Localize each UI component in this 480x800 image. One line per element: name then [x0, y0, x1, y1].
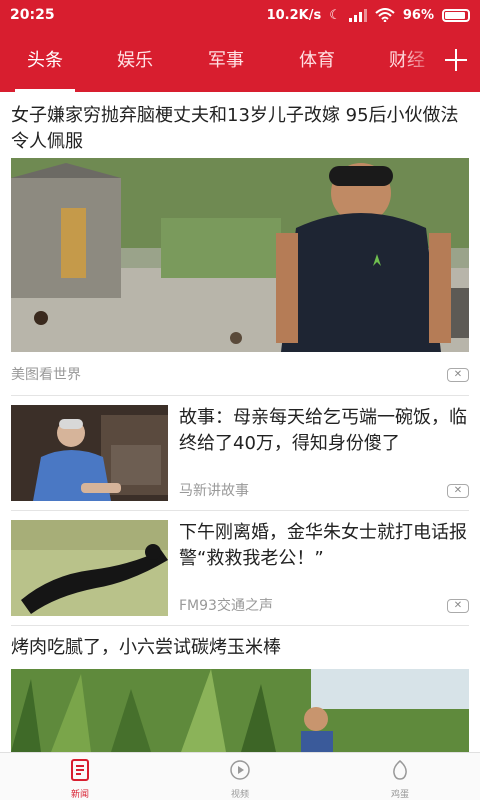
tab-entertainment[interactable]: 娱乐 — [100, 30, 170, 92]
article-image[interactable] — [11, 669, 469, 752]
news-feed[interactable]: 女子嫌家穷抛弃脑梗丈夫和13岁儿子改嫁 95后小伙做法令人佩服 美图看世界 ✕ — [0, 92, 480, 752]
video-play-icon — [230, 760, 250, 780]
dismiss-button[interactable]: ✕ — [447, 368, 469, 382]
divider — [11, 510, 469, 511]
add-channel-button[interactable] — [442, 46, 470, 74]
article-source: 美图看世界 — [11, 367, 81, 383]
article-title[interactable]: 女子嫌家穷抛弃脑梗丈夫和13岁儿子改嫁 95后小伙做法令人佩服 — [11, 103, 471, 155]
category-tab-bar: 头条 娱乐 军事 体育 财经 — [0, 30, 480, 92]
article-source: FM93交通之声 — [179, 598, 273, 614]
battery-icon — [442, 8, 470, 22]
divider — [11, 625, 469, 626]
nav-video-label: 视频 — [230, 790, 249, 800]
article-title[interactable]: 下午刚离婚，金华朱女士就打电话报警“救救我老公！” — [179, 520, 469, 572]
egg-icon — [393, 760, 407, 780]
status-time: 20:25 — [10, 7, 55, 23]
tab-fade-overlay — [400, 30, 440, 92]
article-source-row: 美图看世界 ✕ — [11, 364, 469, 386]
article-thumbnail[interactable] — [11, 405, 168, 501]
tab-sports[interactable]: 体育 — [282, 30, 352, 92]
status-indicators: 10.2K/s ☾ 96% — [267, 8, 470, 23]
network-speed: 10.2K/s — [266, 7, 322, 23]
nav-video[interactable]: 视频 — [200, 759, 280, 800]
nav-egg-label: 鸡蛋 — [390, 790, 409, 800]
divider — [11, 395, 469, 396]
article-source-row: 马新讲故事 ✕ — [179, 480, 469, 502]
bottom-navigation: 新闻 视频 鸡蛋 — [0, 752, 480, 800]
nav-egg[interactable]: 鸡蛋 — [360, 759, 440, 800]
news-icon — [71, 759, 89, 781]
article-source: 马新讲故事 — [179, 483, 249, 499]
article-title[interactable]: 烤肉吃腻了，小六尝试碳烤玉米棒 — [11, 635, 471, 661]
article-title[interactable]: 故事：母亲每天给乞丐端一碗饭，临终给了40万，得知身份傻了 — [179, 405, 469, 457]
dismiss-button[interactable]: ✕ — [447, 599, 469, 613]
signal-icon — [348, 8, 367, 22]
nav-news[interactable]: 新闻 — [40, 759, 120, 800]
article-thumbnail[interactable] — [11, 520, 168, 616]
article-image[interactable] — [11, 158, 469, 352]
dismiss-button[interactable]: ✕ — [447, 484, 469, 498]
tab-military[interactable]: 军事 — [191, 30, 261, 92]
tab-headlines[interactable]: 头条 — [10, 30, 80, 92]
status-bar: 20:25 10.2K/s ☾ 96% — [0, 0, 480, 30]
article-source-row: FM93交通之声 ✕ — [179, 595, 469, 617]
wifi-icon — [375, 8, 395, 22]
battery-percent: 96% — [402, 7, 434, 23]
nav-news-label: 新闻 — [70, 790, 89, 800]
moon-icon: ☾ — [329, 7, 341, 23]
